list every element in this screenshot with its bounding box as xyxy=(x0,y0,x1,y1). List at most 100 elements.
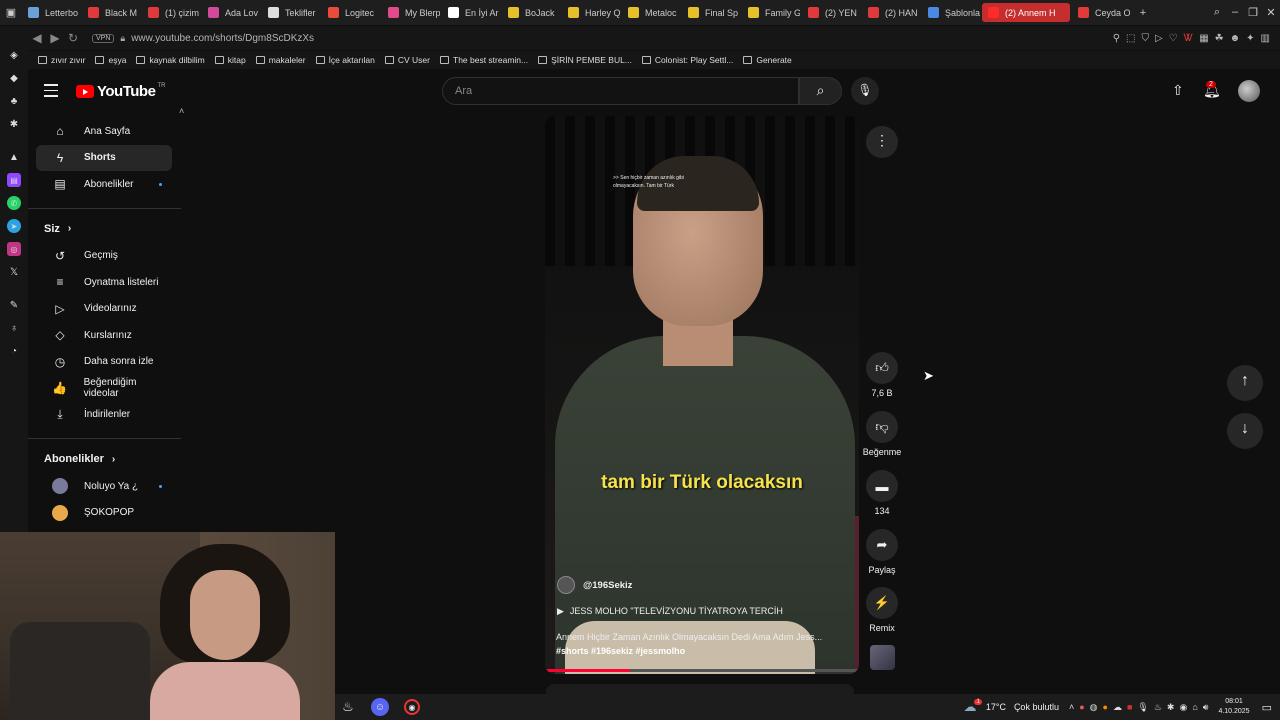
menu-icon[interactable] xyxy=(44,84,58,101)
bookmark-item[interactable]: The best streamin... xyxy=(440,55,528,65)
sidebar-item[interactable]: ◇ Kurslarınız xyxy=(36,322,172,349)
browser-tab[interactable]: BoJack xyxy=(502,3,560,22)
bookmark-item[interactable]: kitap xyxy=(214,55,246,65)
sidebar-item[interactable]: ◷ Daha sonra izle xyxy=(36,349,172,376)
sidebar-item[interactable]: ≡ Oynatma listeleri xyxy=(36,269,172,296)
chevron-up-icon[interactable]: ˄ xyxy=(1069,702,1074,713)
short-description[interactable]: Annem Hiçbir Zaman Azınlık Olmayacaksın … xyxy=(556,630,851,658)
sound-thumbnail[interactable] xyxy=(870,645,895,670)
upload-button[interactable]: ⇧ xyxy=(1172,82,1184,99)
extension-icon[interactable]: ◆ xyxy=(7,71,21,85)
pin-icon[interactable]: ⚲ xyxy=(1113,33,1120,44)
sidebar-item[interactable]: Noluyo Ya ¿ xyxy=(36,473,172,500)
sidebar-subscriptions-heading[interactable]: Abonelikler › xyxy=(28,445,181,473)
sidebar-item[interactable]: ⤓ İndirilenler xyxy=(36,402,172,429)
obs-icon[interactable]: ◉ xyxy=(399,697,425,717)
like-button[interactable]: 👍︎ 7,6 B xyxy=(866,352,898,398)
remix-button[interactable]: ⚡ Remix xyxy=(866,587,898,633)
tool-icon[interactable]: ✎ xyxy=(7,298,21,312)
discord-icon[interactable]: ☺ xyxy=(367,697,393,717)
browser-tab[interactable]: Logitec xyxy=(322,3,380,22)
shield-icon[interactable]: ⛉ xyxy=(1142,33,1150,44)
screenshot-icon[interactable]: ⬚ xyxy=(1126,33,1135,44)
browser-tab[interactable]: Black M xyxy=(82,3,140,22)
browser-tab[interactable]: Şablonla xyxy=(922,3,980,22)
back-icon[interactable]: ◀ xyxy=(28,31,46,45)
browser-tab[interactable]: En İyi Ar xyxy=(442,3,500,22)
tray-app-icon[interactable]: ■ xyxy=(1127,702,1132,713)
browser-tab[interactable]: Teklifler xyxy=(262,3,320,22)
bookmark-item[interactable]: CV User xyxy=(384,55,430,65)
short-video-player[interactable]: >> Sen hiçbir zaman azınlık gibi olmayac… xyxy=(545,116,859,674)
sidebar-item[interactable]: ▷ Videolarınız xyxy=(36,296,172,323)
browser-tab[interactable]: (1) çizim xyxy=(142,3,200,22)
short-hashtags[interactable]: #shorts #196sekiz #jessmolho xyxy=(556,644,851,658)
forward-icon[interactable]: ▶ xyxy=(46,31,64,45)
more-options-button[interactable]: ⋮ xyxy=(866,126,898,158)
steam-icon[interactable]: ♨ xyxy=(335,697,361,717)
browser-tab[interactable]: Metaloc xyxy=(622,3,680,22)
tray-discord-icon[interactable]: ◍ xyxy=(1090,702,1098,713)
sidebar-item[interactable]: ŞOKOPOP xyxy=(36,500,172,527)
extension-icon[interactable]: ♣ xyxy=(7,94,21,108)
browser-tab[interactable]: Family G xyxy=(742,3,800,22)
avatar[interactable] xyxy=(1238,80,1260,102)
x-icon[interactable]: 𝕏 xyxy=(7,265,21,279)
close-icon[interactable]: ✕ xyxy=(1262,6,1280,19)
restore-icon[interactable]: ❐ xyxy=(1244,6,1262,19)
tray-steam-icon[interactable]: ♨ xyxy=(1154,702,1162,713)
extension-icon[interactable]: ✦ xyxy=(1246,33,1254,44)
bookmark-item[interactable]: zıvır zıvır xyxy=(38,55,85,65)
send-icon[interactable]: ▷ xyxy=(1155,33,1163,44)
browser-tab[interactable]: (2) Annem H xyxy=(982,3,1070,22)
browser-tab[interactable]: Ceyda O xyxy=(1072,3,1130,22)
minimize-icon[interactable]: – xyxy=(1226,6,1244,19)
browser-tab[interactable]: Letterbo xyxy=(22,3,80,22)
browser-tab[interactable]: Harley Q xyxy=(562,3,620,22)
search-input[interactable]: Ara xyxy=(442,77,799,105)
bookmark-item[interactable]: İçe aktarılan xyxy=(315,55,375,65)
youtube-logo[interactable]: YouTube TR xyxy=(76,83,165,100)
progress-bar[interactable] xyxy=(545,669,859,672)
bookmark-item[interactable]: Colonist: Play Settl... xyxy=(641,55,733,65)
music-link[interactable]: ▶ JESS MOLHO "TELEVİZYONU TİYATROYA TERCİ… xyxy=(557,606,783,617)
channel-avatar[interactable] xyxy=(557,576,575,594)
dislike-button[interactable]: 👎︎ Beğenme xyxy=(858,411,906,457)
search-tabs-icon[interactable]: ⌕ xyxy=(1208,6,1226,19)
whatsapp-icon[interactable]: ✆ xyxy=(7,196,21,210)
extension-icon[interactable]: ▦ xyxy=(1199,33,1208,44)
browser-tab[interactable]: My Blerp xyxy=(382,3,440,22)
clock-icon[interactable]: ◔ xyxy=(7,344,21,358)
profile-icon[interactable]: ☻ xyxy=(1230,33,1241,44)
next-short-button[interactable]: ↓ xyxy=(1227,413,1263,449)
browser-tab[interactable]: Ada Lov xyxy=(202,3,260,22)
channel-name[interactable]: @196Sekiz xyxy=(583,580,632,591)
tab-grid-icon[interactable]: ▣ xyxy=(0,6,22,19)
extension-icon[interactable]: ☘ xyxy=(1215,33,1224,44)
lock-icon[interactable]: 🔒︎ xyxy=(120,33,125,44)
reload-icon[interactable]: ↻ xyxy=(64,31,82,45)
extension-icon[interactable]: ✱ xyxy=(7,117,21,131)
speaker-icon[interactable]: 🔊︎ xyxy=(1203,702,1209,713)
weather-widget[interactable]: ☁ 1 17°C Çok bulutlu xyxy=(963,699,1059,715)
telegram-icon[interactable]: ➤ xyxy=(7,219,21,233)
bookmark-item[interactable]: makaleler xyxy=(255,55,306,65)
new-tab-icon[interactable]: + xyxy=(1132,7,1154,19)
tray-app-icon[interactable]: ◉ xyxy=(1179,702,1187,713)
sidebar-item[interactable]: ▤ Abonelikler xyxy=(36,171,172,198)
sidebar-item[interactable]: ⌂ Ana Sayfa xyxy=(36,118,172,145)
network-icon[interactable]: ⌂ xyxy=(1192,702,1197,713)
sidebar-item[interactable]: 👍 Beğendiğim videolar xyxy=(36,375,172,402)
browser-tab[interactable]: Final Sp xyxy=(682,3,740,22)
aria-icon[interactable]: ▲ xyxy=(7,150,21,164)
voice-search-button[interactable]: 🎙︎ xyxy=(851,77,879,105)
bookmark-item[interactable]: kaynak dilbilim xyxy=(136,55,205,65)
sidebar-you-heading[interactable]: Siz › xyxy=(28,215,181,243)
scroll-up-icon[interactable]: ˄ xyxy=(179,106,184,116)
search-button[interactable]: ⌕ xyxy=(799,77,842,105)
bookmark-item[interactable]: Generate xyxy=(743,55,792,65)
url-field[interactable]: www.youtube.com/shorts/Dgm8ScDKzXs xyxy=(131,33,314,44)
mic-icon[interactable]: 🎙︎ xyxy=(1137,702,1148,713)
clock[interactable]: 08:01 4.10.2025 xyxy=(1218,697,1249,717)
next-short-preview[interactable] xyxy=(546,684,854,694)
